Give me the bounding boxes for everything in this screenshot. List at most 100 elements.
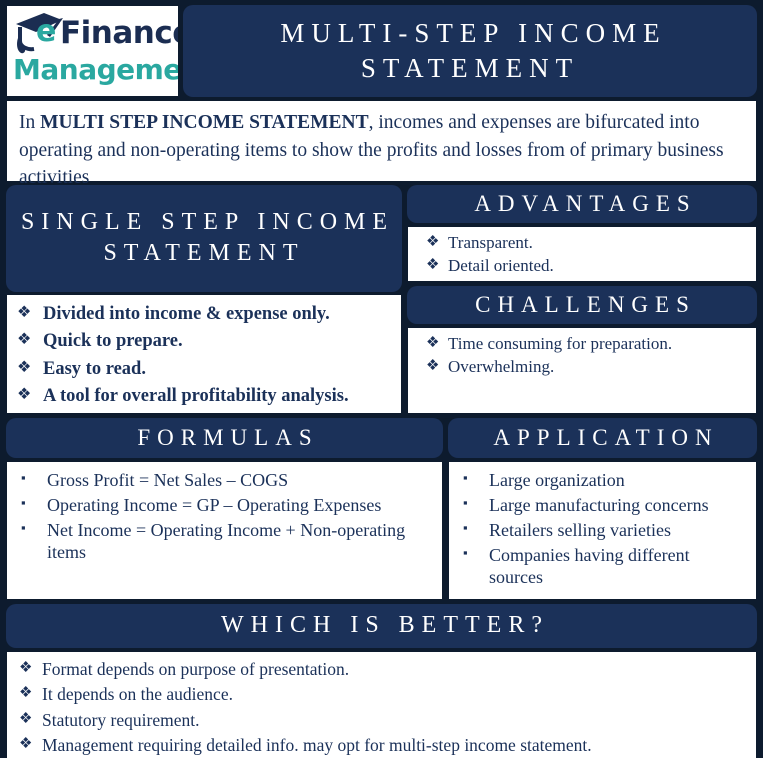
diamond-bullet-icon: ❖ [19,710,33,727]
list-item: ▪ Gross Profit = Net Sales – COGS [21,470,434,492]
list-item-label: It depends on the audience. [42,684,233,705]
square-bullet-icon: ▪ [463,519,468,535]
formulas-column: FORMULAS ▪ Gross Profit = Net Sales – COG… [6,418,443,600]
square-bullet-icon: ▪ [21,470,26,485]
logo-e-letter: e [36,14,57,49]
header-row: e Finance Management MULTI-STEP INCOME S… [6,5,757,97]
list-item: ▪ Large manufacturing concerns [463,495,748,517]
challenges-points: ❖ Time consuming for preparation. ❖ Overwh… [407,327,757,414]
challenges-title: CHALLENGES [407,286,757,324]
list-item-label: Transparent. [448,233,533,252]
which-is-better-list: ❖ Format depends on purpose of presentati… [19,659,748,756]
advantages-list: ❖ Transparent. ❖ Detail oriented. [426,233,748,276]
list-item: ❖ Time consuming for preparation. [426,334,748,355]
list-item: ❖ Format depends on purpose of presentati… [19,659,748,680]
single-step-list: ❖ Divided into income & expense only. ❖ Q… [17,303,393,408]
list-item: ❖ Management requiring detailed info. may… [19,735,748,756]
logo-top-line: e Finance [7,11,178,55]
list-item-label: Quick to prepare. [43,331,183,352]
challenges-list: ❖ Time consuming for preparation. ❖ Overwh… [426,334,748,377]
application-points: ▪ Large organization ▪ Large manufacturing… [448,461,757,600]
page-title: MULTI-STEP INCOME STATEMENT [183,5,757,97]
list-item: ▪ Large organization [463,470,748,492]
list-item-label: Large organization [489,470,625,490]
list-item-label: Statutory requirement. [42,709,200,730]
list-item-label: Gross Profit = Net Sales – COGS [47,470,289,490]
which-is-better-title: WHICH IS BETTER? [6,604,757,648]
advantages-title: ADVANTAGES [407,185,757,223]
list-item-label: A tool for overall profitability analysi… [43,386,349,407]
single-step-title: SINGLE STEP INCOME STATEMENT [6,185,402,292]
list-item: ❖ Easy to read. [17,358,393,381]
application-column: APPLICATION ▪ Large organization ▪ Large m… [448,418,757,600]
application-list: ▪ Large organization ▪ Large manufacturing… [463,470,748,589]
list-item: ❖ Detail oriented. [426,256,748,277]
diamond-bullet-icon: ❖ [19,660,33,676]
square-bullet-icon: ▪ [463,544,468,560]
list-item-label: Detail oriented. [448,255,554,275]
single-step-title-text: SINGLE STEP INCOME STATEMENT [20,209,395,267]
diamond-bullet-icon: ❖ [426,234,440,250]
intro-paragraph: In MULTI STEP INCOME STATEMENT, incomes … [6,100,757,188]
intro-bold-term: MULTI STEP INCOME STATEMENT [40,112,369,133]
formulas-title: FORMULAS [6,418,443,458]
which-is-better-title-text: WHICH IS BETTER? [221,612,549,639]
logo-management-text: Management [13,53,178,86]
logo-finance-text: Finance [60,14,178,51]
list-item: ▪ Retailers selling varieties [463,520,748,542]
formulas-application-section: FORMULAS ▪ Gross Profit = Net Sales – COG… [6,418,757,600]
list-item-label: Overwhelming. [448,356,555,376]
diamond-bullet-icon: ❖ [17,386,32,404]
formulas-title-text: FORMULAS [137,425,319,451]
list-item: ❖ Divided into income & expense only. [17,303,393,326]
single-step-points: ❖ Divided into income & expense only. ❖ Q… [6,293,402,414]
advantages-challenges-column: ADVANTAGES ❖ Transparent. ❖ Detail oriente… [407,185,757,414]
application-title: APPLICATION [448,418,757,458]
formulas-points: ▪ Gross Profit = Net Sales – COGS ▪ Operat… [6,461,443,600]
advantages-title-text: ADVANTAGES [474,191,697,217]
diamond-bullet-icon: ❖ [426,357,440,374]
list-item: ▪ Operating Income = GP – Operating Expen… [21,495,434,517]
list-item: ▪ Companies having different sources [463,545,748,589]
advantages-points: ❖ Transparent. ❖ Detail oriented. [407,226,757,282]
list-item: ▪ Net Income = Operating Income + Non-ope… [21,520,434,564]
diamond-bullet-icon: ❖ [19,736,33,753]
list-item: ❖ Transparent. [426,233,748,254]
square-bullet-icon: ▪ [463,494,468,510]
page-title-text: MULTI-STEP INCOME STATEMENT [280,17,667,83]
intro-lead: In [19,112,41,133]
square-bullet-icon: ▪ [463,470,468,485]
brand-logo: e Finance Management [6,5,179,97]
list-item: ❖ Statutory requirement. [19,710,748,731]
list-item-label: Format depends on purpose of presentatio… [42,659,350,679]
list-item-label: Net Income = Operating Income + Non-oper… [47,519,406,562]
infographic-page: e Finance Management MULTI-STEP INCOME S… [0,0,763,758]
list-item-label: Management requiring detailed info. may … [42,735,592,756]
diamond-bullet-icon: ❖ [19,685,33,702]
list-item: ❖ It depends on the audience. [19,684,748,705]
graduation-cap-icon: e [10,11,66,55]
application-title-text: APPLICATION [493,425,719,451]
list-item-label: Retailers selling varieties [489,519,671,540]
which-is-better-points: ❖ Format depends on purpose of presentati… [6,651,757,758]
list-item: ❖ A tool for overall profitability analys… [17,385,393,408]
single-step-column: SINGLE STEP INCOME STATEMENT ❖ Divided i… [6,185,402,414]
diamond-bullet-icon: ❖ [17,331,32,349]
list-item-label: Operating Income = GP – Operating Expens… [47,494,382,515]
formulas-list: ▪ Gross Profit = Net Sales – COGS ▪ Operat… [21,470,434,564]
diamond-bullet-icon: ❖ [17,358,32,376]
challenges-title-text: CHALLENGES [475,292,696,318]
diamond-bullet-icon: ❖ [426,335,440,351]
list-item: ❖ Overwhelming. [426,357,748,378]
middle-section: SINGLE STEP INCOME STATEMENT ❖ Divided i… [6,185,757,414]
list-item-label: Companies having different sources [489,544,690,587]
list-item-label: Large manufacturing concerns [489,494,709,515]
square-bullet-icon: ▪ [21,519,26,535]
list-item: ❖ Quick to prepare. [17,330,393,353]
square-bullet-icon: ▪ [21,494,26,510]
diamond-bullet-icon: ❖ [426,256,440,273]
list-item-label: Easy to read. [43,358,146,379]
list-item-label: Divided into income & expense only. [43,303,330,324]
list-item-label: Time consuming for preparation. [448,334,673,353]
diamond-bullet-icon: ❖ [17,303,32,321]
